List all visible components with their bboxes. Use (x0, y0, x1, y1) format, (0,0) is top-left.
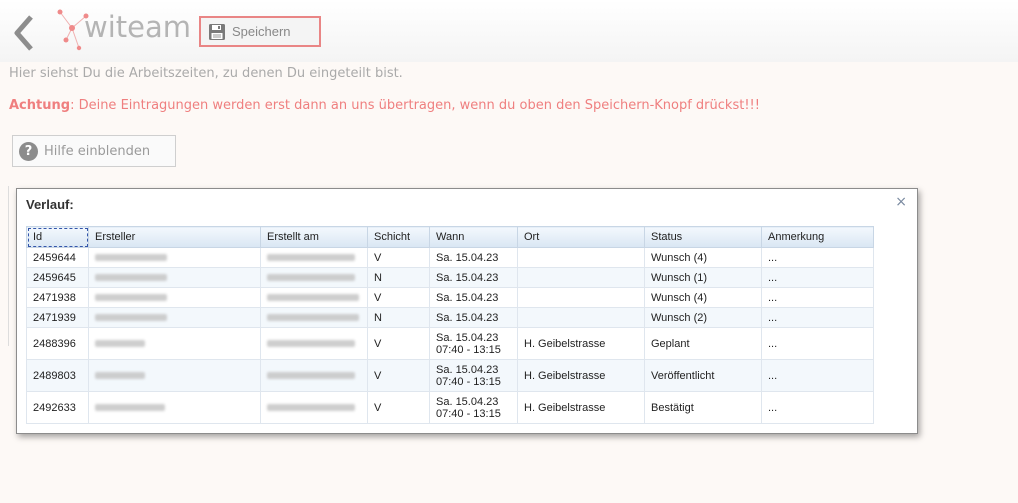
cell-ersteller-redacted (88, 247, 261, 268)
cell-wann: Sa. 15.04.23 (429, 287, 518, 308)
cell-erstellt-am-redacted (260, 267, 368, 288)
column-header-id[interactable]: Id (26, 226, 89, 248)
table-row[interactable]: 2489803 V Sa. 15.04.23 07:40 - 13:15 H. G… (26, 359, 874, 392)
cell-ersteller-redacted (88, 307, 261, 328)
back-chevron-icon[interactable] (12, 14, 36, 52)
help-toggle-button[interactable]: ? Hilfe einblenden (12, 135, 176, 167)
cell-id: 2492633 (26, 391, 89, 424)
table-row[interactable]: 2471939 N Sa. 15.04.23 Wunsch (2) ... (26, 307, 874, 328)
cell-schicht: N (367, 307, 430, 328)
cell-anmerkung[interactable]: ... (761, 287, 874, 308)
column-header-anmerkung[interactable]: Anmerkung (761, 226, 874, 248)
cell-status: Veröffentlicht (644, 359, 762, 392)
dialog-title: Verlauf: (26, 197, 74, 212)
cell-schicht: V (367, 359, 430, 392)
cell-wann-time: 07:40 - 13:15 (436, 407, 501, 420)
cell-anmerkung[interactable]: ... (761, 391, 874, 424)
cell-anmerkung[interactable]: ... (761, 247, 874, 268)
cell-erstellt-am-redacted (260, 327, 368, 360)
cell-wann: Sa. 15.04.23 (429, 267, 518, 288)
cell-wann: Sa. 15.04.23 07:40 - 13:15 (429, 327, 518, 360)
cell-wann-date: Sa. 15.04.23 (436, 363, 499, 376)
table-row[interactable]: 2488396 V Sa. 15.04.23 07:40 - 13:15 H. G… (26, 327, 874, 360)
cell-ort (517, 267, 645, 288)
cell-status: Wunsch (2) (644, 307, 762, 328)
cell-anmerkung[interactable]: ... (761, 267, 874, 288)
cell-schicht: V (367, 391, 430, 424)
warning-prefix: Achtung (9, 98, 71, 113)
history-table: Id Ersteller Erstellt am Schicht Wann Or… (26, 226, 874, 424)
cell-id: 2489803 (26, 359, 89, 392)
cell-ersteller-redacted (88, 359, 261, 392)
cell-anmerkung[interactable]: ... (761, 359, 874, 392)
column-header-ersteller[interactable]: Ersteller (88, 226, 261, 248)
floppy-disk-icon (209, 23, 225, 40)
warning-text: Achtung: Deine Eintragungen werden erst … (9, 98, 760, 113)
cell-schicht: N (367, 267, 430, 288)
cell-ort (517, 287, 645, 308)
column-header-status[interactable]: Status (644, 226, 762, 248)
cell-ersteller-redacted (88, 267, 261, 288)
table-header-row: Id Ersteller Erstellt am Schicht Wann Or… (26, 226, 874, 248)
save-button[interactable]: Speichern (199, 16, 321, 47)
table-row[interactable]: 2492633 V Sa. 15.04.23 07:40 - 13:15 H. G… (26, 391, 874, 424)
cell-ort: H. Geibelstrasse (517, 359, 645, 392)
cell-ersteller-redacted (88, 327, 261, 360)
cell-ort (517, 247, 645, 268)
column-header-erstellt-am[interactable]: Erstellt am (260, 226, 368, 248)
column-header-wann[interactable]: Wann (429, 226, 518, 248)
cell-id: 2459644 (26, 247, 89, 268)
cell-schicht: V (367, 287, 430, 308)
cell-schicht: V (367, 327, 430, 360)
table-row[interactable]: 2459644 V Sa. 15.04.23 Wunsch (4) ... (26, 247, 874, 268)
save-button-label: Speichern (232, 24, 291, 39)
cell-wann-date: Sa. 15.04.23 (436, 331, 499, 344)
cell-ort: H. Geibelstrasse (517, 391, 645, 424)
cell-id: 2471938 (26, 287, 89, 308)
table-row[interactable]: 2471938 V Sa. 15.04.23 Wunsch (4) ... (26, 287, 874, 308)
cell-wann-time: 07:40 - 13:15 (436, 343, 501, 356)
cell-erstellt-am-redacted (260, 359, 368, 392)
cell-id: 2488396 (26, 327, 89, 360)
cell-status: Geplant (644, 327, 762, 360)
logo-text: witeam (84, 10, 192, 44)
cell-ersteller-redacted (88, 287, 261, 308)
cell-wann-date: Sa. 15.04.23 (436, 395, 499, 408)
cell-ort (517, 307, 645, 328)
cell-wann: Sa. 15.04.23 07:40 - 13:15 (429, 359, 518, 392)
help-button-label: Hilfe einblenden (44, 143, 151, 159)
column-header-schicht[interactable]: Schicht (367, 226, 430, 248)
cell-status: Wunsch (4) (644, 247, 762, 268)
cell-anmerkung[interactable]: ... (761, 327, 874, 360)
cell-ort: H. Geibelstrasse (517, 327, 645, 360)
question-mark-icon: ? (19, 141, 38, 161)
cell-anmerkung[interactable]: ... (761, 307, 874, 328)
cell-status: Wunsch (4) (644, 287, 762, 308)
cell-wann: Sa. 15.04.23 (429, 307, 518, 328)
cell-schicht: V (367, 247, 430, 268)
cell-id: 2471939 (26, 307, 89, 328)
cell-erstellt-am-redacted (260, 287, 368, 308)
warning-message: : Deine Eintragungen werden erst dann an… (70, 98, 760, 113)
cell-status: Bestätigt (644, 391, 762, 424)
cell-erstellt-am-redacted (260, 391, 368, 424)
cell-erstellt-am-redacted (260, 307, 368, 328)
cell-wann: Sa. 15.04.23 (429, 247, 518, 268)
top-header: witeam Speichern (0, 0, 1018, 62)
close-icon[interactable]: × (895, 194, 907, 210)
cell-status: Wunsch (1) (644, 267, 762, 288)
cell-ersteller-redacted (88, 391, 261, 424)
cell-wann-time: 07:40 - 13:15 (436, 375, 501, 388)
info-text: Hier siehst Du die Arbeitszeiten, zu den… (9, 66, 403, 81)
column-header-ort[interactable]: Ort (517, 226, 645, 248)
cell-erstellt-am-redacted (260, 247, 368, 268)
cell-id: 2459645 (26, 267, 89, 288)
history-dialog: Verlauf: × Id Ersteller Erstellt am Schi… (16, 188, 918, 434)
table-row[interactable]: 2459645 N Sa. 15.04.23 Wunsch (1) ... (26, 267, 874, 288)
cell-wann: Sa. 15.04.23 07:40 - 13:15 (429, 391, 518, 424)
